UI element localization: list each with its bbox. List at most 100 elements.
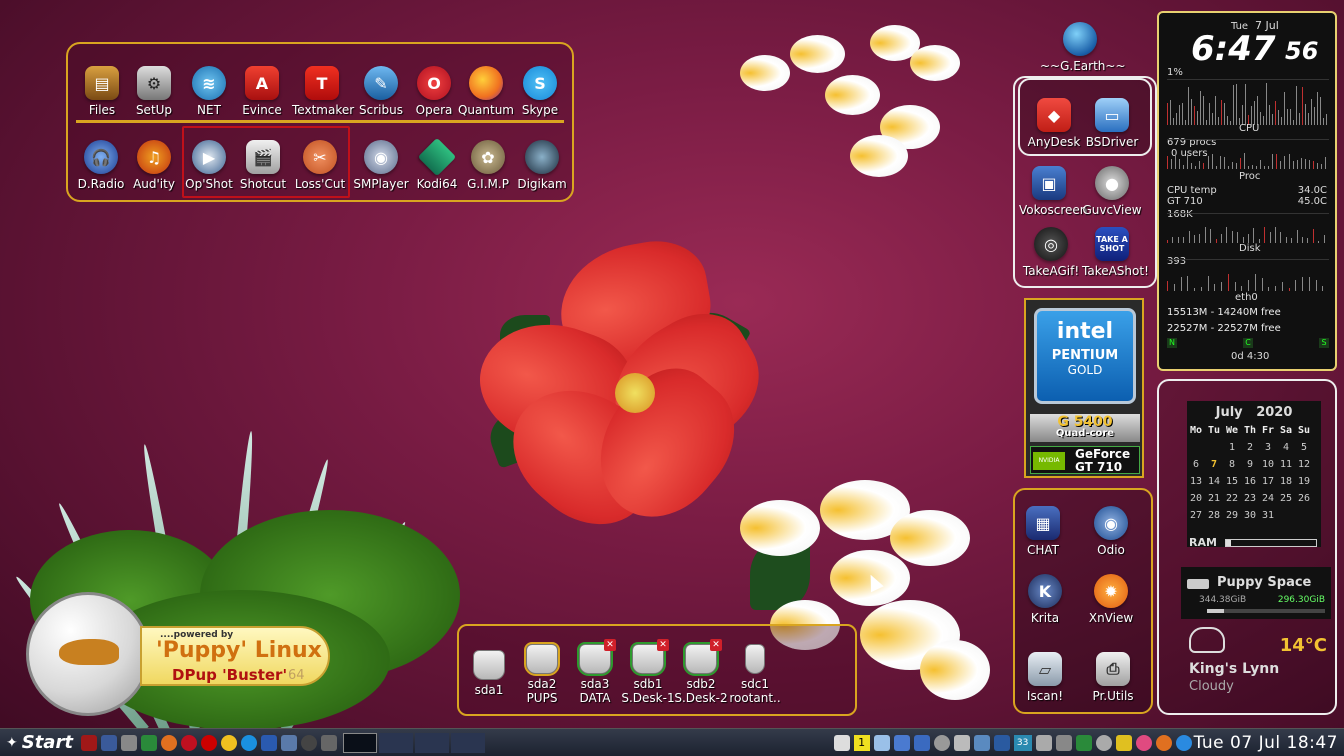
audacity-launcher[interactable]: ♫ Aud'ity — [124, 140, 184, 191]
drive-sdb1[interactable]: ✕ sdb1 S.Desk-1 — [620, 639, 676, 705]
clipboard-icon[interactable] — [1055, 734, 1072, 751]
file-manager-icon[interactable] — [120, 734, 137, 751]
display-icon[interactable] — [1035, 734, 1052, 751]
graph-bar — [1248, 165, 1249, 169]
graph-bar — [1284, 91, 1285, 125]
graph-bar — [1194, 235, 1195, 243]
digikam-launcher[interactable]: Digikam — [512, 140, 572, 191]
news-icon[interactable] — [200, 734, 217, 751]
drive-sdb2[interactable]: ✕ sdb2 S.Desk-2 — [673, 639, 729, 705]
net-launcher[interactable]: ≋ NET — [179, 66, 239, 117]
skype-icon[interactable] — [240, 734, 257, 751]
weekday-label: Fr — [1261, 425, 1275, 436]
cloud-icon[interactable] — [873, 734, 890, 751]
cpu-temp-value: 34.0C — [1297, 185, 1327, 196]
workspace-1[interactable] — [342, 732, 377, 753]
workspace-2[interactable] — [378, 732, 413, 753]
scribus-launcher[interactable]: ✎ Scribus — [351, 66, 411, 117]
vokoscreen-launcher[interactable]: ▣ Vokoscreen — [1019, 166, 1087, 217]
prutils-launcher[interactable]: ⎙ Pr.Utils — [1083, 652, 1143, 703]
settings-icon[interactable] — [1095, 734, 1112, 751]
graph-bar — [1248, 280, 1249, 291]
drive-sdc1[interactable]: sdc1 rootant.. — [725, 644, 785, 705]
tray-chat-icon[interactable] — [913, 734, 930, 751]
clapperboard-icon: 🎬 — [246, 140, 280, 174]
graph-bar — [1263, 116, 1264, 125]
dradio-launcher[interactable]: 🎧 D.Radio — [71, 140, 131, 191]
files-icon: ▤ — [85, 66, 119, 100]
gimp-launcher[interactable]: ✿ G.I.M.P — [458, 140, 518, 191]
network-icon[interactable] — [280, 734, 297, 751]
camera-icon[interactable] — [320, 734, 337, 751]
terminal-icon[interactable] — [80, 734, 97, 751]
drive-sda3[interactable]: ✕ sda3 DATA — [567, 639, 623, 705]
drive-sda2[interactable]: sda2 PUPS — [514, 642, 570, 705]
chat-icon[interactable] — [260, 734, 277, 751]
files-launcher[interactable]: ▤ Files — [72, 66, 132, 117]
taskbar-clock[interactable]: Tue 07 Jul 18:47 — [1194, 733, 1338, 753]
nvidia-label: NVIDIA GeForce GT 710 — [1030, 446, 1140, 474]
quantum-launcher[interactable]: Quantum — [456, 66, 516, 117]
update-icon[interactable] — [1155, 734, 1172, 751]
takeagif-launcher[interactable]: ◎ TakeAGif! — [1021, 227, 1081, 278]
opera-launcher[interactable]: O Opera — [404, 66, 464, 117]
notification-badge[interactable]: 1 — [853, 734, 870, 751]
uptime: 0d 4:30 — [1231, 351, 1270, 362]
chat-launcher[interactable]: ▦ CHAT — [1013, 506, 1073, 557]
power-icon[interactable] — [1115, 734, 1132, 751]
volume-icon[interactable] — [953, 734, 970, 751]
graph-bar — [1320, 96, 1321, 125]
eth-label: eth0 — [1235, 292, 1258, 303]
calculator-icon[interactable] — [100, 734, 117, 751]
network-tray-icon[interactable] — [973, 734, 990, 751]
graph-bar — [1305, 103, 1306, 125]
spreadsheet-icon[interactable] — [140, 734, 157, 751]
takeashot-launcher[interactable]: TAKE A SHOT TakeAShot! — [1082, 227, 1149, 278]
graph-bar — [1209, 102, 1210, 125]
sun-icon[interactable] — [220, 734, 237, 751]
temperature-indicator[interactable]: 33 — [1013, 734, 1032, 751]
graph-bar — [1195, 166, 1197, 169]
graph-bar — [1230, 120, 1231, 125]
shotcut-launcher[interactable]: 🎬 Shotcut — [233, 140, 293, 191]
calendar-day: 14 — [1207, 476, 1221, 487]
textmaker-launcher[interactable]: T Textmaker — [292, 66, 354, 117]
start-button[interactable]: ✦ Start — [0, 729, 79, 756]
font-icon[interactable] — [833, 734, 850, 751]
desktop: ▤ Files ⚙ SetUp ≋ NET A Evince T Textmak… — [0, 0, 1344, 728]
iscan-launcher[interactable]: ▱ Iscan! — [1015, 652, 1075, 703]
flame-icon[interactable] — [1135, 734, 1152, 751]
excel-icon[interactable] — [1075, 734, 1092, 751]
opera-icon[interactable] — [180, 734, 197, 751]
workspace-3[interactable] — [414, 732, 449, 753]
graph-bar — [1261, 278, 1263, 291]
odio-launcher[interactable]: ◉ Odio — [1081, 506, 1141, 557]
keyboard-icon[interactable] — [993, 734, 1010, 751]
setup-launcher[interactable]: ⚙ SetUp — [124, 66, 184, 117]
zoom-icon[interactable] — [1175, 734, 1192, 751]
firefox-icon[interactable] — [160, 734, 177, 751]
google-earth-launcher[interactable]: ~~G.Earth~~ — [1040, 22, 1126, 73]
graph-bar — [1233, 84, 1234, 125]
krita-launcher[interactable]: K Krita — [1015, 574, 1075, 625]
xnview-launcher[interactable]: ✹ XnView — [1081, 574, 1141, 625]
graph-bar — [1300, 158, 1302, 169]
guvcview-launcher[interactable]: ● GuvcView — [1082, 166, 1142, 217]
skype-launcher[interactable]: S Skype — [510, 66, 570, 117]
gear-icon[interactable] — [933, 734, 950, 751]
video-icon[interactable] — [893, 734, 910, 751]
evince-launcher[interactable]: A Evince — [232, 66, 292, 117]
graph-bar — [1210, 228, 1212, 243]
calendar-day: 17 — [1261, 476, 1275, 487]
workspace-4[interactable] — [450, 732, 485, 753]
calendar-day: 13 — [1189, 476, 1203, 487]
frangipani-top-decoration — [730, 15, 990, 195]
drive-sda1[interactable]: sda1 — [461, 650, 517, 697]
openshot-launcher[interactable]: ▶ Op'Shot — [179, 140, 239, 191]
losslesscut-launcher[interactable]: ✂ Loss'Cut — [290, 140, 350, 191]
calendar-day: 6 — [1192, 459, 1200, 470]
graph-bar — [1288, 287, 1290, 291]
smplayer-launcher[interactable]: ◉ SMPlayer — [351, 140, 411, 191]
graph-bar — [1272, 113, 1273, 125]
disc-icon[interactable] — [300, 734, 317, 751]
